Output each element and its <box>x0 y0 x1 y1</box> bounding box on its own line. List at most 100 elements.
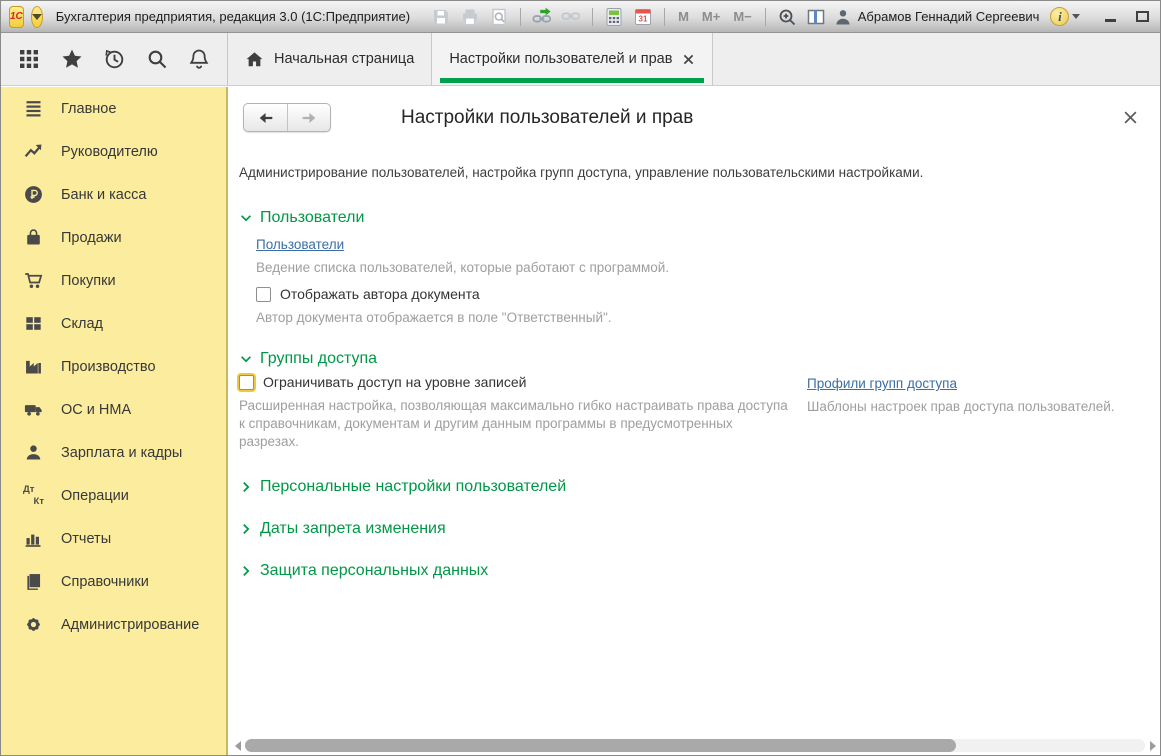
show-author-checkbox[interactable] <box>256 287 271 302</box>
scroll-left-arrow[interactable] <box>233 741 242 751</box>
section-users-header[interactable]: Пользователи <box>239 209 1144 227</box>
sidebar-item-glavnoe[interactable]: Главное <box>1 87 226 130</box>
calculator-icon[interactable] <box>604 7 624 27</box>
cart-icon <box>23 270 44 291</box>
current-user[interactable]: Абрамов Геннадий Сергеевич <box>833 7 1040 27</box>
back-button[interactable] <box>244 104 287 131</box>
restrict-access-description: Расширенная настройка, позволяющая макси… <box>239 397 794 451</box>
sidebar-item-zarplata-i-kadry[interactable]: Зарплата и кадры <box>1 431 226 474</box>
page-title: Настройки пользователей и прав <box>401 107 693 129</box>
settings-form: Администрирование пользователей, настрой… <box>230 165 1160 580</box>
sidebar-item-label: Продажи <box>61 230 122 246</box>
print-icon[interactable] <box>460 7 480 27</box>
info-icon: i <box>1050 7 1069 26</box>
search-icon[interactable] <box>145 47 169 71</box>
tab-home[interactable]: Начальная страница <box>228 33 432 85</box>
close-form-button[interactable] <box>1123 110 1138 125</box>
horizontal-scrollbar[interactable] <box>233 738 1157 753</box>
sidebar-item-label: Справочники <box>61 574 149 590</box>
warehouse-icon <box>23 313 44 334</box>
main-menu-button[interactable] <box>31 6 43 28</box>
sidebar-item-label: Главное <box>61 101 116 117</box>
sidebar-item-os-i-nma[interactable]: ОС и НМА <box>1 388 226 431</box>
toolbar-separator <box>592 8 593 26</box>
history-nav-buttons <box>243 103 331 132</box>
calendar-icon[interactable]: 31 <box>633 7 653 27</box>
section-access-groups-title: Группы доступа <box>260 350 377 368</box>
sidebar-item-bank-i-kassa[interactable]: Банк и касса <box>1 173 226 216</box>
sidebar-item-label: Производство <box>61 359 156 375</box>
close-icon <box>683 54 694 65</box>
section-restriction-dates-header[interactable]: Даты запрета изменения <box>239 520 1144 538</box>
sidebar-item-label: Зарплата и кадры <box>61 445 182 461</box>
memory-plus-button[interactable]: M+ <box>700 9 722 24</box>
gear-icon <box>23 614 44 635</box>
toolbar-separator <box>765 8 766 26</box>
books-icon <box>23 571 44 592</box>
sidebar-item-prodazhi[interactable]: Продажи <box>1 216 226 259</box>
access-group-profiles-link[interactable]: Профили групп доступа <box>807 376 957 391</box>
section-personal-settings-header[interactable]: Персональные настройки пользователей <box>239 478 1144 496</box>
sidebar-item-rukovoditelyu[interactable]: Руководителю <box>1 130 226 173</box>
close-icon <box>1123 110 1138 125</box>
maximize-button[interactable] <box>1133 9 1151 25</box>
arrow-right-icon <box>300 110 318 126</box>
sidebar-item-pokupki[interactable]: Покупки <box>1 259 226 302</box>
notifications-bell-icon[interactable] <box>187 47 211 71</box>
sidebar-item-label: Операции <box>61 488 129 504</box>
sidebar-item-label: Банк и касса <box>61 187 146 203</box>
main-content: Настройки пользователей и прав Администр… <box>230 87 1160 755</box>
zoom-in-icon[interactable] <box>777 7 797 27</box>
access-group-profiles-description: Шаблоны настроек прав доступа пользовате… <box>807 399 1115 414</box>
split-window-icon[interactable] <box>806 7 826 27</box>
memory-recall-button[interactable]: M <box>676 9 691 24</box>
get-link-icon[interactable] <box>561 7 581 27</box>
app-window: 1С Бухгалтерия предприятия, редакция 3.0… <box>0 0 1161 756</box>
go-to-link-icon[interactable] <box>532 7 552 27</box>
save-icon[interactable] <box>431 7 451 27</box>
current-user-name: Абрамов Геннадий Сергеевич <box>858 9 1040 24</box>
sidebar-item-operacii[interactable]: ДтКтОперации <box>1 474 226 517</box>
service-menu-icon[interactable] <box>17 47 41 71</box>
chevron-right-icon <box>239 480 253 494</box>
favorites-star-icon[interactable] <box>60 47 84 71</box>
users-link[interactable]: Пользователи <box>256 237 344 252</box>
arrow-left-icon <box>257 110 275 126</box>
minimize-button[interactable] <box>1101 9 1119 25</box>
sidebar-item-label: ОС и НМА <box>61 402 131 418</box>
scroll-right-arrow[interactable] <box>1148 741 1157 751</box>
section-access-groups-header[interactable]: Группы доступа <box>239 350 1144 368</box>
sidebar-item-label: Руководителю <box>61 144 158 160</box>
sidebar-item-otchety[interactable]: Отчеты <box>1 517 226 560</box>
chevron-down-icon <box>1072 14 1080 19</box>
scrollbar-thumb[interactable] <box>245 739 956 752</box>
sidebar-item-proizvodstvo[interactable]: Производство <box>1 345 226 388</box>
scrollbar-track[interactable] <box>245 739 1145 752</box>
section-personal-data-protection-header[interactable]: Защита персональных данных <box>239 562 1144 580</box>
print-preview-icon[interactable] <box>489 7 509 27</box>
menu-lines-icon <box>23 98 44 119</box>
sidebar-item-sklad[interactable]: Склад <box>1 302 226 345</box>
restrict-access-checkbox-row: Ограничивать доступ на уровне записей <box>239 374 794 390</box>
home-icon <box>245 50 264 69</box>
restrict-access-checkbox[interactable] <box>239 375 254 390</box>
history-icon[interactable] <box>102 47 126 71</box>
truck-icon <box>23 399 44 420</box>
svg-text:31: 31 <box>639 14 648 23</box>
chart-icon <box>23 528 44 549</box>
forward-button[interactable] <box>287 104 330 131</box>
tab-close-button[interactable] <box>682 54 695 65</box>
tab-user-rights-settings[interactable]: Настройки пользователей и прав <box>432 33 713 85</box>
show-author-label: Отображать автора документа <box>280 286 480 302</box>
memory-minus-button[interactable]: M− <box>731 9 753 24</box>
chevron-right-icon <box>239 522 253 536</box>
maximize-icon <box>1136 11 1149 22</box>
window-title: Бухгалтерия предприятия, редакция 3.0 (1… <box>56 9 410 24</box>
chevron-right-icon <box>239 564 253 578</box>
info-button[interactable]: i <box>1050 7 1080 26</box>
person-icon <box>23 442 44 463</box>
sidebar-item-spravochniki[interactable]: Справочники <box>1 560 226 603</box>
app-logo[interactable]: 1С <box>9 6 24 28</box>
sidebar-item-administrirovanie[interactable]: Администрирование <box>1 603 226 646</box>
minimize-icon <box>1105 19 1116 22</box>
